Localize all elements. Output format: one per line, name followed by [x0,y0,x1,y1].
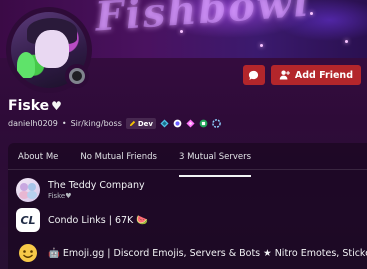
condo-links-logo-text: CL [20,213,36,227]
offline-status-icon [69,68,85,84]
username[interactable]: danielh0209 [8,119,58,128]
server-list-item[interactable]: CL Condo Links | 67K 🍉 [16,208,148,232]
active-developer-badge-icon[interactable] [199,119,208,128]
server-name: Condo Links | 67K 🍉 [48,214,149,226]
heart-emoji: ♥ [51,99,62,113]
server-name: 🤖 Emoji.gg | Discord Emojis, Servers & B… [48,247,367,259]
display-name-text: Fiske [8,98,50,114]
sparkle-decoration [260,44,263,47]
server-nickname: Fiske♥ [48,192,72,200]
hypesquad-badge-icon[interactable] [160,119,169,128]
profile-actions: Add Friend [242,65,361,85]
nitro-badge-icon[interactable] [173,119,182,128]
chat-bubble-icon [249,70,259,80]
pronouns: Sir/king/boss [70,119,122,128]
boost-badge-icon[interactable] [186,119,195,128]
sparkle-decoration [310,12,313,15]
tab-about-me[interactable]: About Me [18,151,58,171]
tab-mutual-servers[interactable]: 3 Mutual Servers [178,151,252,177]
condo-links-server-icon: CL [16,208,40,232]
separator-dot: • [61,119,67,128]
pencil-icon [129,120,135,127]
profile-tabs: About Me No Mutual Friends 3 Mutual Serv… [18,151,252,177]
dev-tag-label: Dev [137,119,153,128]
add-user-icon [279,70,290,80]
server-name: The Teddy Company [48,180,145,191]
dev-tag[interactable]: Dev [125,118,156,129]
banner-art-text: Fishbowl [93,0,312,41]
server-list-item[interactable]: The Teddy Company Fiske♥ [16,178,145,202]
tab-mutual-friends[interactable]: No Mutual Friends [80,151,157,171]
user-identity-line: danielh0209 • Sir/king/boss Dev [8,118,221,129]
add-friend-button[interactable]: Add Friend [270,65,361,85]
teddy-server-icon [16,178,40,202]
profile-tabs-panel: About Me No Mutual Friends 3 Mutual Serv… [8,143,367,269]
emoji-gg-server-icon [16,241,40,265]
server-text: The Teddy Company Fiske♥ [48,180,145,200]
avatar-face-shape [35,30,69,68]
display-name: Fiske ♥ [8,98,62,114]
quest-badge-icon[interactable] [212,119,221,128]
sparkle-decoration [180,30,183,33]
status-indicator [65,64,89,88]
sparkle-decoration [345,40,348,43]
avatar-flame-shape [17,52,35,78]
message-button[interactable] [242,65,265,85]
add-friend-label: Add Friend [294,69,353,81]
tabs-divider [8,169,367,170]
user-profile-popout: Fishbowl Add Friend Fiske ♥ danielh0209 … [0,0,367,269]
server-list-item[interactable]: 🤖 Emoji.gg | Discord Emojis, Servers & B… [16,241,367,265]
